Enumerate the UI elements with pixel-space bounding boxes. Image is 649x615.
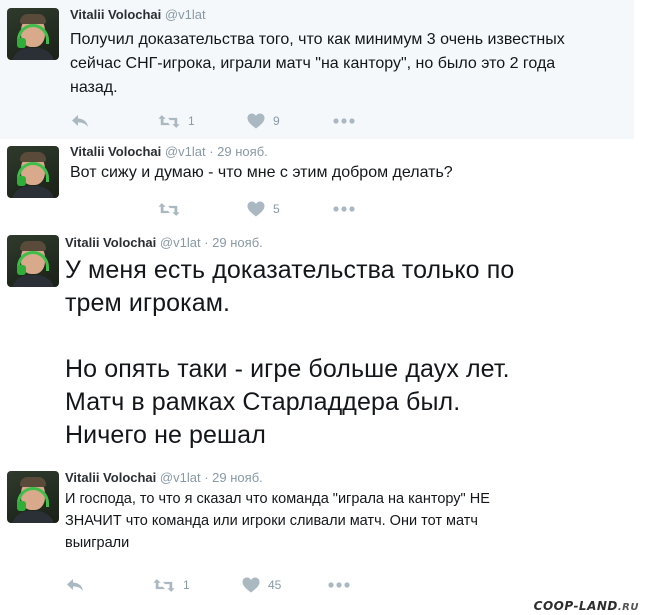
separator: ·: [209, 144, 214, 159]
like-count: 9: [273, 114, 280, 128]
author-name[interactable]: Vitalii Volochai: [65, 470, 156, 485]
tweet-text-line: И господа, то что я сказал что команда "…: [65, 491, 490, 507]
tweet-text-line: [65, 320, 514, 353]
more-icon: [333, 206, 355, 212]
author-handle[interactable]: @v1lat: [165, 7, 206, 22]
avatar[interactable]: [7, 146, 59, 198]
tweet[interactable]: Vitalii Volochai @v1lat · 29 нояб. Вот с…: [0, 141, 634, 223]
like-button[interactable]: 9: [247, 111, 280, 131]
tweet-text: Вот сижу и думаю - что мне с этим добром…: [70, 161, 453, 185]
retweet-button[interactable]: 1: [158, 111, 195, 131]
tweet-date[interactable]: 29 нояб.: [212, 235, 263, 250]
author-handle[interactable]: @v1lat: [160, 235, 201, 250]
like-count: 45: [268, 578, 282, 592]
separator: ·: [204, 235, 209, 250]
more-icon: [328, 582, 350, 588]
more-icon: [333, 118, 355, 124]
like-button[interactable]: 45: [242, 575, 281, 595]
more-button[interactable]: [333, 199, 355, 219]
tweet-actions: 1 9: [70, 111, 370, 131]
more-button[interactable]: [333, 111, 355, 131]
tweet-date[interactable]: 29 нояб.: [217, 144, 268, 159]
reply-icon: [65, 577, 85, 593]
tweet[interactable]: Vitalii Volochai @v1lat · 29 нояб. У мен…: [0, 227, 629, 465]
retweet-icon: [158, 114, 180, 129]
tweet-text: У меня есть доказательства только по тре…: [65, 254, 514, 452]
tweet-text-line: Вот сижу и думаю - что мне с этим добром…: [70, 164, 453, 181]
tweet-header: Vitalii Volochai @v1lat · 29 нояб.: [70, 144, 268, 160]
retweet-count: 1: [188, 114, 195, 128]
reply-button[interactable]: [70, 111, 90, 131]
tweet-text-line: ЗНАЧИТ что команда или игроки сливали ма…: [65, 513, 478, 529]
tweet-date[interactable]: 29 нояб.: [212, 470, 263, 485]
tweet[interactable]: Vitalii Volochai @v1lat · 29 нояб. И гос…: [0, 463, 629, 605]
tweet-text-line: Получил доказательства того, что как мин…: [70, 31, 565, 48]
tweet-text-line: трем игрокам.: [65, 289, 231, 317]
separator: ·: [204, 470, 209, 485]
tweet[interactable]: Vitalii Volochai @v1lat Получил доказате…: [0, 0, 634, 139]
retweet-button[interactable]: 1: [153, 575, 190, 595]
retweet-count: 1: [183, 578, 190, 592]
avatar[interactable]: [7, 8, 59, 60]
like-count: 5: [273, 202, 280, 216]
tweet-text-line: Но опять таки - игре больше даух лет.: [65, 355, 510, 383]
author-handle[interactable]: @v1lat: [160, 470, 201, 485]
tweet-actions: 5: [70, 199, 370, 219]
author-name[interactable]: Vitalii Volochai: [70, 144, 161, 159]
tweet-header: Vitalii Volochai @v1lat · 29 нояб.: [65, 235, 263, 251]
retweet-icon: [158, 202, 180, 217]
avatar[interactable]: [7, 471, 59, 523]
reply-button[interactable]: [65, 575, 85, 595]
retweet-icon: [153, 578, 175, 593]
tweet-text-line: выиграли: [65, 535, 130, 551]
retweet-button[interactable]: [158, 199, 188, 219]
reply-icon: [70, 113, 90, 129]
author-handle[interactable]: @v1lat: [165, 144, 206, 159]
heart-icon: [247, 201, 265, 217]
tweet-text: И господа, то что я сказал что команда "…: [65, 488, 490, 554]
tweet-actions: 1 45: [65, 575, 365, 595]
heart-icon: [247, 113, 265, 129]
watermark-suffix: .RU: [617, 602, 639, 613]
watermark-text: COOP-LAND: [533, 599, 618, 613]
avatar[interactable]: [7, 235, 59, 287]
tweet-text-line: Матч в рамках Старладдера был.: [65, 388, 461, 416]
more-button[interactable]: [328, 575, 350, 595]
site-watermark: COOP-LAND.RU: [534, 599, 639, 613]
like-button[interactable]: 5: [247, 199, 280, 219]
tweet-header: Vitalii Volochai @v1lat: [70, 7, 206, 23]
tweet-text-line: сейчас СНГ-игрока, играли матч "на канто…: [70, 55, 556, 72]
tweet-header: Vitalii Volochai @v1lat · 29 нояб.: [65, 470, 263, 486]
tweet-text-line: У меня есть доказательства только по: [65, 256, 515, 284]
tweet-text: Получил доказательства того, что как мин…: [70, 28, 565, 100]
author-name[interactable]: Vitalii Volochai: [70, 7, 161, 22]
tweet-text-line: Ничего не решал: [65, 421, 266, 449]
heart-icon: [242, 577, 260, 593]
tweet-text-line: назад.: [70, 79, 118, 96]
author-name[interactable]: Vitalii Volochai: [65, 235, 156, 250]
